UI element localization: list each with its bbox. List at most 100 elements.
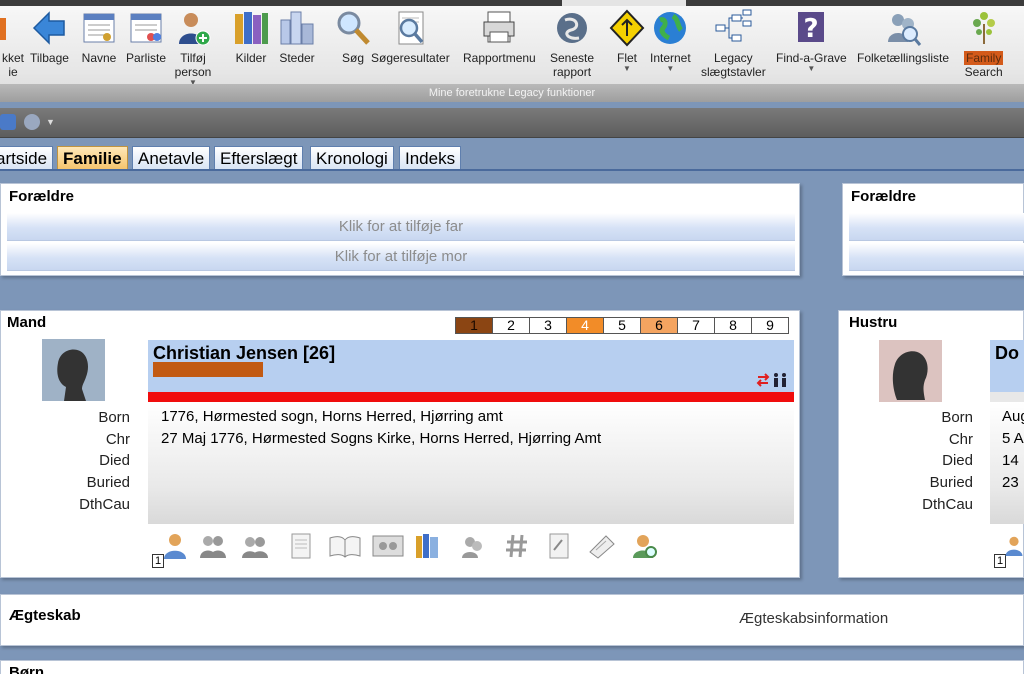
button-label-2: rapport	[553, 65, 592, 79]
button-label: Kilder	[235, 51, 267, 65]
ribbon-button-fo[interactable]: Fo	[1014, 8, 1024, 65]
scroll-icon[interactable]	[586, 532, 618, 560]
button-label: Tilbage	[30, 51, 69, 65]
hashtag-icon[interactable]	[504, 532, 530, 560]
magnifier-icon	[337, 11, 370, 45]
sources-button[interactable]: Kilder	[232, 8, 270, 65]
generation-8[interactable]: 8	[714, 317, 752, 334]
add-father-row[interactable]: Klik for at tilføje far	[7, 213, 795, 241]
view-tabs: artside Familie Anetavle Efterslægt Kron…	[0, 146, 1024, 170]
relationship-icon[interactable]	[756, 372, 790, 388]
button-label: Navne	[81, 51, 117, 65]
tab-kronologi[interactable]: Kronologi	[310, 146, 394, 170]
merge-sign-icon	[609, 9, 645, 47]
button-label: kket	[1, 51, 24, 65]
refresh-icon[interactable]	[0, 114, 16, 130]
wife-tools: 1	[990, 526, 1024, 572]
husband-born-value[interactable]: 1776, Hørmested sogn, Horns Herred, Hjør…	[161, 408, 503, 425]
globe-icon	[654, 12, 687, 44]
quick-access-toolbar: ▼	[0, 108, 1024, 138]
chevron-down-icon[interactable]: ▼	[46, 114, 56, 130]
generation-4[interactable]: 4	[566, 317, 604, 334]
report-menu-button[interactable]: Rapportmenu	[463, 8, 536, 65]
button-label: Internet	[650, 51, 691, 65]
add-mother-row[interactable]: Klik for at tilføje mor	[7, 243, 795, 271]
add-person-button[interactable]: Tilføj person ▼	[174, 8, 212, 87]
husband-title: Mand	[7, 314, 47, 331]
generation-2[interactable]: 2	[492, 317, 530, 334]
siblings-icon[interactable]	[242, 532, 268, 560]
husband-parents-panel: Forældre Klik for at tilføje far Klik fo…	[0, 183, 800, 276]
husband-name[interactable]: Christian Jensen [26]	[153, 343, 335, 364]
wife-chr-value[interactable]: 5 A	[1002, 430, 1024, 447]
back-arrow-icon	[33, 11, 66, 45]
tab-startside[interactable]: artside	[0, 146, 54, 170]
family-search-button[interactable]: Family Search	[964, 8, 1004, 79]
couple-list-button[interactable]: Parliste	[126, 8, 166, 65]
add-mother-row[interactable]	[849, 243, 1024, 271]
button-label: Seneste	[550, 51, 595, 65]
census-list-button[interactable]: Folketællingsliste	[857, 8, 949, 65]
merge-button[interactable]: Flet ▼	[608, 8, 646, 73]
children-title: Børn	[9, 664, 44, 674]
wife-photo[interactable]	[879, 340, 942, 402]
ribbon-button-ikket[interactable]: kket ie	[0, 8, 32, 79]
button-label-2: person	[174, 65, 212, 79]
button-label-2: slægtstavler	[701, 65, 766, 79]
search-person-icon[interactable]	[632, 532, 658, 560]
husband-events[interactable]: 1776, Hørmested sogn, Horns Herred, Hjør…	[148, 402, 794, 524]
generation-9[interactable]: 9	[751, 317, 789, 334]
generation-3[interactable]: 3	[529, 317, 567, 334]
wife-name[interactable]: Do	[995, 343, 1019, 364]
tab-efterslaegt[interactable]: Efterslægt	[214, 146, 304, 170]
gear-icon[interactable]	[24, 114, 40, 130]
names-button[interactable]: Navne	[80, 8, 118, 65]
wife-died-value[interactable]: 14	[1002, 452, 1019, 469]
document-icon[interactable]	[546, 532, 572, 560]
husband-chr-value[interactable]: 27 Maj 1776, Hørmested Sogns Kirke, Horn…	[161, 430, 601, 447]
tab-indeks[interactable]: Indeks	[399, 146, 462, 170]
add-father-row[interactable]	[849, 213, 1024, 241]
picture-icon[interactable]	[371, 532, 405, 560]
search-button[interactable]: Søg	[334, 8, 372, 65]
wife-born-value[interactable]: Aug	[1002, 408, 1024, 425]
button-label: Rapportmenu	[463, 51, 536, 65]
recent-report-button[interactable]: Seneste rapport	[550, 8, 594, 79]
places-button[interactable]: Steder	[278, 8, 316, 65]
sources-books-icon[interactable]	[414, 532, 440, 560]
wife-events[interactable]: Aug 5 A 14 23	[990, 402, 1024, 524]
generation-7[interactable]: 7	[677, 317, 715, 334]
female-silhouette-icon	[892, 351, 928, 400]
generation-1[interactable]: 1	[455, 317, 493, 334]
recent-report-icon	[557, 13, 588, 43]
name-list-icon	[83, 13, 115, 43]
person-icon[interactable]	[1004, 532, 1024, 560]
wife-name-bar[interactable]: Do	[990, 340, 1024, 392]
chevron-down-icon: ▼	[666, 64, 675, 73]
tab-anetavle[interactable]: Anetavle	[132, 146, 211, 170]
book-icon[interactable]	[328, 532, 362, 560]
wife-buried-value[interactable]: 23	[1002, 474, 1019, 491]
ribbon-group-label: Mine foretrukne Legacy funktioner	[0, 84, 1024, 102]
husband-photo[interactable]	[42, 339, 105, 401]
back-button[interactable]: Tilbage	[30, 8, 69, 65]
add-person-icon	[179, 13, 211, 46]
legacy-charts-button[interactable]: Legacy slægtstavler	[701, 8, 766, 79]
generation-6[interactable]: 6	[640, 317, 678, 334]
notes-icon[interactable]	[288, 532, 314, 560]
button-label: Søg	[341, 51, 364, 65]
husband-name-bar[interactable]: Christian Jensen [26]	[148, 340, 794, 392]
marriage-title: Ægteskab	[9, 607, 81, 624]
internet-button[interactable]: Internet ▼	[650, 8, 691, 73]
associations-icon[interactable]	[460, 532, 486, 560]
tab-familie[interactable]: Familie	[57, 146, 128, 170]
person-icon[interactable]	[162, 532, 188, 560]
button-label-2: Search	[964, 65, 1003, 79]
find-a-grave-button[interactable]: ? Find-a-Grave ▼	[776, 8, 847, 73]
male-silhouette-icon	[57, 349, 88, 401]
marriage-info-link[interactable]: Ægteskabsinformation	[739, 610, 888, 627]
generation-5[interactable]: 5	[603, 317, 641, 334]
tab-divider	[0, 169, 1024, 171]
parents-icon[interactable]	[200, 532, 226, 560]
search-results-button[interactable]: Søgeresultater	[371, 8, 450, 65]
